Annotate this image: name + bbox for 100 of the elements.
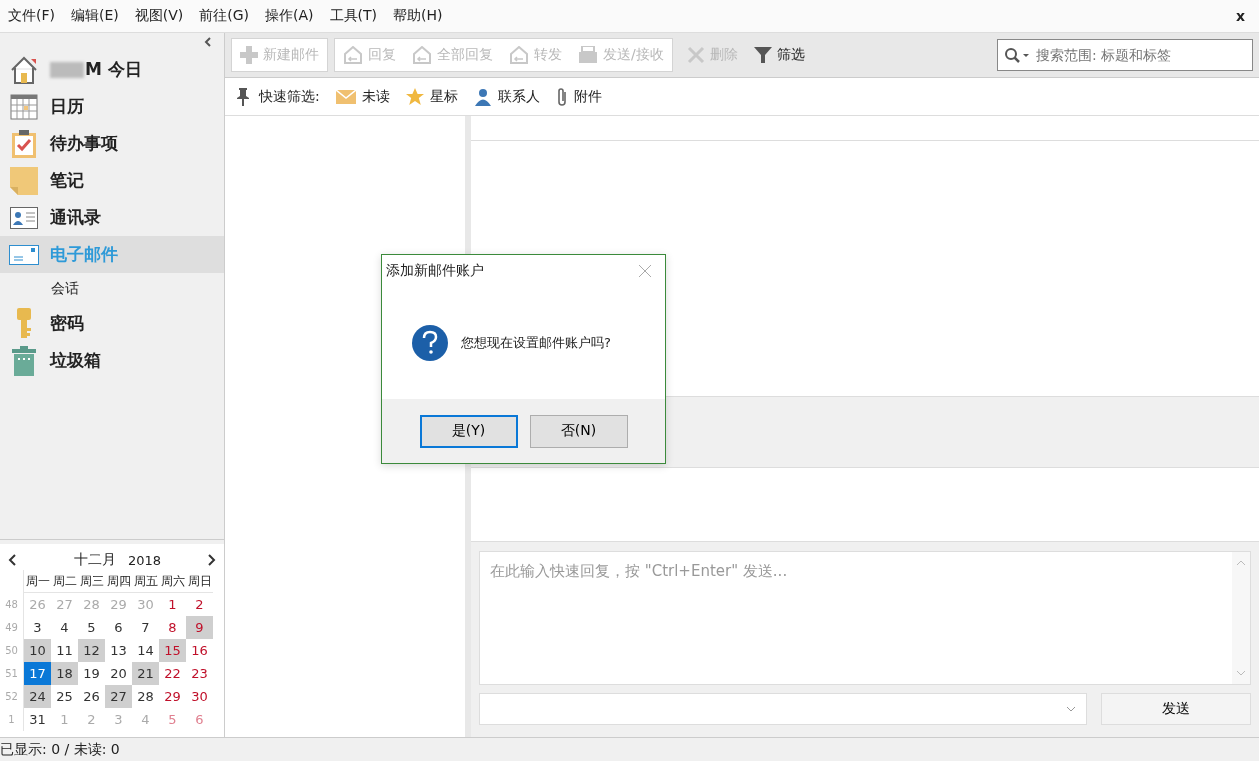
nav-item[interactable]: 笔记 (0, 162, 224, 199)
menu-item[interactable]: 工具(T) (329, 7, 378, 25)
weekday-label: 周一 (24, 570, 51, 593)
close-button[interactable]: x (1235, 8, 1245, 24)
calendar-day[interactable]: 5 (78, 616, 105, 639)
week-number: 49 (0, 616, 24, 639)
calendar-day[interactable]: 4 (51, 616, 78, 639)
calendar-day[interactable]: 19 (78, 662, 105, 685)
menu-item[interactable]: 前往(G) (199, 7, 250, 25)
nav-item[interactable]: 密码 (0, 305, 224, 342)
printer-icon (578, 46, 598, 64)
calendar-day[interactable]: 12 (78, 639, 105, 662)
envelope-icon (335, 89, 356, 104)
contact-card-icon (10, 206, 38, 229)
envelope-arrow-icon (412, 46, 432, 64)
envelope-arrow-icon (509, 46, 529, 64)
plus-icon (240, 46, 258, 64)
calendar-day[interactable]: 8 (159, 616, 186, 639)
menu-item[interactable]: 操作(A) (265, 7, 314, 25)
collapse-icon[interactable] (204, 37, 212, 47)
calendar-day[interactable]: 16 (186, 639, 213, 662)
clipboard-check-icon (11, 128, 37, 159)
filter-option[interactable]: 星标 (405, 87, 458, 106)
filter-option[interactable]: 未读 (335, 87, 390, 106)
weekday-label: 周二 (51, 570, 78, 593)
reply-field[interactable]: 在此输入快速回复，按 "Ctrl+Enter" 发送... (479, 551, 1251, 685)
calendar-day[interactable]: 28 (132, 685, 159, 708)
calendar-day[interactable]: 6 (105, 616, 132, 639)
question-icon (411, 324, 449, 362)
calendar-day[interactable]: 9 (186, 616, 213, 639)
month-label[interactable]: 十二月 (74, 551, 116, 569)
calendar-day[interactable]: 3 (24, 616, 51, 639)
filter-option[interactable]: 联系人 (473, 87, 540, 106)
scroll-down-icon[interactable] (1236, 670, 1246, 676)
calendar-day[interactable]: 14 (132, 639, 159, 662)
calendar-day[interactable]: 17 (24, 662, 51, 685)
chevron-right-icon[interactable] (208, 554, 216, 566)
person-icon (473, 87, 492, 106)
weekday-label: 周四 (105, 570, 132, 593)
nav-item[interactable]: 待办事项 (0, 125, 224, 162)
week-number: 1 (0, 708, 24, 731)
calendar-day[interactable]: 26 (78, 685, 105, 708)
year-label[interactable]: 2018 (128, 552, 162, 568)
calendar-day[interactable]: 23 (186, 662, 213, 685)
toolbar-button[interactable]: 筛选 (745, 39, 813, 71)
calendar-day[interactable]: 18 (51, 662, 78, 685)
nav-item[interactable]: 通讯录 (0, 199, 224, 236)
envelope-arrow-icon (343, 46, 363, 64)
sticky-note-icon (10, 166, 38, 195)
weekday-label: 周日 (186, 570, 213, 593)
dialog-button[interactable]: 否(N) (529, 414, 628, 448)
menu-item[interactable]: 编辑(E) (71, 7, 119, 25)
nav-subitem[interactable]: 会话 (0, 273, 224, 305)
funnel-icon (753, 46, 772, 64)
calendar-day[interactable]: 11 (51, 639, 78, 662)
menu-item[interactable]: 视图(V) (134, 7, 184, 25)
search-field[interactable]: 搜索范围: 标题和标签 (997, 39, 1253, 71)
filter-option[interactable]: 附件 (555, 86, 602, 107)
chevron-down-icon (1066, 706, 1076, 712)
star-icon (405, 87, 424, 106)
close-x-icon (686, 46, 705, 64)
calendar-day[interactable]: 13 (105, 639, 132, 662)
status-text: 已显示: 0 / 未读: 0 (0, 737, 1259, 761)
calendar-day[interactable]: 21 (132, 662, 159, 685)
menu-item[interactable]: 帮助(H) (393, 7, 443, 25)
close-icon[interactable] (639, 265, 651, 277)
calendar-day[interactable]: 27 (105, 685, 132, 708)
calendar-day[interactable]: 29 (159, 685, 186, 708)
account-dropdown[interactable] (479, 693, 1087, 725)
paperclip-icon (555, 86, 568, 107)
calendar-day[interactable]: 1 (159, 593, 186, 616)
chevron-left-icon[interactable] (8, 554, 16, 566)
trash-bin-icon (12, 345, 36, 376)
nav-item[interactable]: 日历 (0, 88, 224, 125)
nav-item[interactable]: 垃圾箱 (0, 342, 224, 379)
calendar-day[interactable]: 15 (159, 639, 186, 662)
house-icon (9, 54, 39, 85)
weekday-label: 周六 (159, 570, 186, 593)
envelope-icon (9, 244, 39, 265)
weekday-label: 周三 (78, 570, 105, 593)
quick-filter-label: 快速筛选: (259, 87, 320, 106)
weekday-label: 周五 (132, 570, 159, 593)
calendar-day[interactable]: 20 (105, 662, 132, 685)
calendar-day[interactable]: 7 (132, 616, 159, 639)
calendar-day[interactable]: 2 (186, 593, 213, 616)
calendar-day[interactable]: 30 (186, 685, 213, 708)
send-button[interactable]: 发送 (1101, 693, 1251, 725)
dialog-title: 添加新邮件账户 (386, 262, 484, 280)
calendar-day[interactable]: 10 (24, 639, 51, 662)
week-number: 48 (0, 593, 24, 616)
calendar-day[interactable]: 31 (24, 708, 51, 731)
menu-item[interactable]: 文件(F) (8, 7, 55, 25)
dialog-button[interactable]: 是(Y) (419, 414, 518, 448)
calendar-day[interactable]: 24 (24, 685, 51, 708)
nav-item[interactable]: M 今日 (0, 51, 224, 88)
calendar-day[interactable]: 25 (51, 685, 78, 708)
calendar-day[interactable]: 22 (159, 662, 186, 685)
calendar-icon (10, 93, 38, 120)
scroll-up-icon[interactable] (1236, 560, 1246, 566)
pin-icon (237, 87, 249, 106)
